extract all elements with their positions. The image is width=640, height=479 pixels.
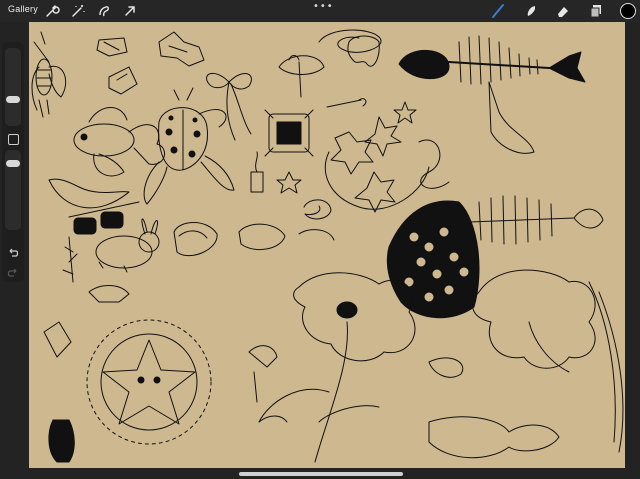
stem-sketch bbox=[253, 371, 258, 403]
bird-sketch bbox=[158, 31, 205, 67]
star-sketch-small bbox=[276, 171, 302, 194]
fish-skeleton-sketch-2 bbox=[468, 195, 604, 245]
ladybug-sketch bbox=[143, 87, 235, 205]
home-indicator[interactable] bbox=[239, 472, 403, 476]
small-flower-sketch bbox=[428, 357, 464, 378]
leaf-cluster-sketch bbox=[108, 66, 138, 95]
fish-skeleton-sketch bbox=[398, 35, 586, 85]
bow-sketch bbox=[206, 72, 252, 141]
iris-sketch-bottom bbox=[428, 416, 560, 459]
smudge-icon[interactable] bbox=[523, 3, 539, 19]
brush-size-slider[interactable] bbox=[5, 48, 21, 126]
star-sketch bbox=[393, 101, 417, 124]
wrench-icon[interactable] bbox=[44, 3, 60, 19]
tooth-sketch bbox=[347, 35, 380, 67]
redo-icon[interactable] bbox=[7, 264, 19, 277]
candle-sketch bbox=[250, 151, 264, 193]
goldfish-sketch bbox=[73, 107, 165, 177]
shoe-sketch bbox=[88, 285, 130, 303]
hamster-sketch bbox=[173, 222, 218, 257]
bud-sketch bbox=[248, 345, 278, 368]
color-well-icon[interactable] bbox=[620, 3, 636, 19]
more-menu[interactable]: ••• bbox=[313, 1, 334, 12]
pin-sketch bbox=[326, 98, 367, 108]
banana-sketch bbox=[48, 178, 130, 209]
poppy-flower-sketch bbox=[258, 272, 416, 463]
drawing-canvas[interactable] bbox=[29, 22, 625, 468]
selection-icon[interactable] bbox=[96, 3, 112, 19]
opacity-slider[interactable] bbox=[5, 150, 21, 230]
star-cluster-sketch bbox=[324, 116, 450, 213]
opacity-thumb[interactable] bbox=[6, 160, 20, 167]
cloth-sketch bbox=[96, 37, 128, 57]
gallery-button[interactable]: Gallery bbox=[8, 4, 38, 14]
eye-sketch bbox=[303, 199, 332, 220]
mouse-sketch bbox=[298, 229, 335, 241]
brush-size-thumb[interactable] bbox=[6, 96, 20, 103]
ribbon-sketch bbox=[43, 321, 72, 358]
leaf-sketch bbox=[258, 415, 288, 423]
net-fish-sketch bbox=[386, 200, 480, 319]
vase-sketch bbox=[48, 419, 75, 463]
arrow-cursor-icon[interactable] bbox=[122, 3, 138, 19]
layers-icon[interactable] bbox=[588, 3, 604, 19]
modify-square-icon[interactable] bbox=[8, 134, 19, 145]
brush-icon[interactable] bbox=[490, 3, 506, 19]
mushroom-sketch bbox=[488, 81, 535, 154]
eraser-icon[interactable] bbox=[555, 3, 571, 19]
top-toolbar: Gallery ••• bbox=[0, 0, 640, 22]
undo-icon[interactable] bbox=[7, 244, 19, 257]
star-wreath-sketch bbox=[86, 319, 212, 445]
framed-picture-sketch bbox=[264, 109, 314, 157]
magic-wand-icon[interactable] bbox=[70, 3, 86, 19]
bee-sketch bbox=[31, 31, 67, 118]
plant-sketch-left bbox=[62, 236, 78, 283]
left-sidebar bbox=[2, 42, 24, 282]
flower-sketch-top bbox=[278, 55, 325, 98]
lily-flower-sketch bbox=[472, 269, 624, 453]
cat-sketch bbox=[238, 223, 286, 251]
